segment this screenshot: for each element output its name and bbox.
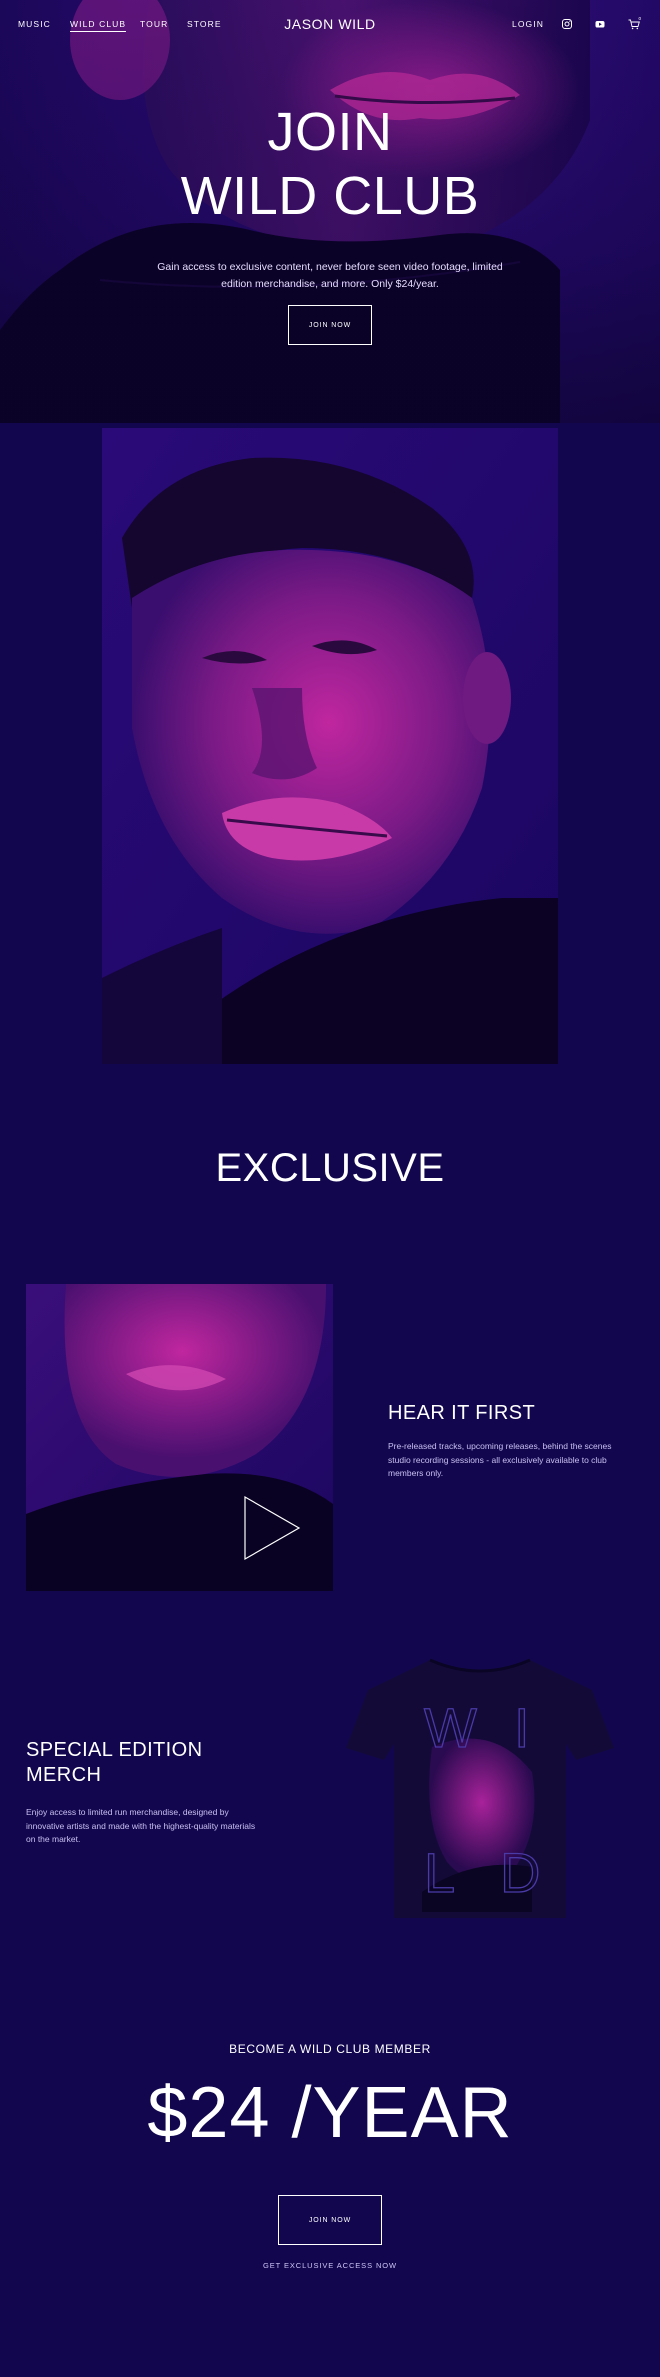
- hero-section: MUSIC WILD CLUB TOUR STORE JASON WILD LO…: [0, 0, 660, 423]
- hear-it-first-video[interactable]: [26, 1284, 333, 1591]
- hero-title: JOIN WILD CLUB: [0, 100, 660, 228]
- youtube-icon[interactable]: [593, 17, 607, 31]
- hero-title-line1: JOIN: [267, 102, 393, 162]
- merch-text: Enjoy access to limited run merchandise,…: [26, 1807, 256, 1844]
- cart-icon[interactable]: 0: [627, 17, 641, 31]
- hear-it-first-text: Pre-released tracks, upcoming releases, …: [388, 1441, 612, 1478]
- hear-it-first-heading: HEAR IT FIRST: [388, 1402, 536, 1424]
- hero-subtitle: Gain access to exclusive content, never …: [157, 261, 503, 290]
- shirt-letter-l: L: [424, 1841, 455, 1904]
- shirt-letter-w: W: [424, 1696, 477, 1759]
- merch-heading-line1: SPECIAL EDITION: [26, 1739, 203, 1761]
- merch-heading: SPECIAL EDITION MERCH: [26, 1738, 266, 1788]
- merch-heading-line2: MERCH: [26, 1764, 102, 1786]
- login-link[interactable]: LOGIN: [512, 19, 544, 29]
- exclusive-title: EXCLUSIVE: [215, 1146, 445, 1190]
- instagram-icon[interactable]: [560, 17, 574, 31]
- shirt-letter-d: D: [500, 1841, 540, 1904]
- portrait-photo: [102, 428, 558, 1064]
- hero-join-button[interactable]: JOIN NOW: [288, 305, 372, 345]
- shirt-letter-i: I: [514, 1696, 530, 1759]
- merch-tshirt-image[interactable]: W I L D: [342, 1652, 618, 1928]
- cta-footnote: GET EXCLUSIVE ACCESS NOW: [263, 2261, 397, 2270]
- cta-join-button[interactable]: JOIN NOW: [278, 2195, 382, 2245]
- top-nav: MUSIC WILD CLUB TOUR STORE JASON WILD LO…: [0, 0, 660, 48]
- play-icon[interactable]: [243, 1495, 301, 1561]
- hero-title-line2: WILD CLUB: [180, 166, 480, 226]
- price: $24 /YEAR: [147, 2073, 513, 2153]
- cart-count: 0: [639, 17, 642, 21]
- cta-eyebrow: BECOME A WILD CLUB MEMBER: [229, 2042, 431, 2056]
